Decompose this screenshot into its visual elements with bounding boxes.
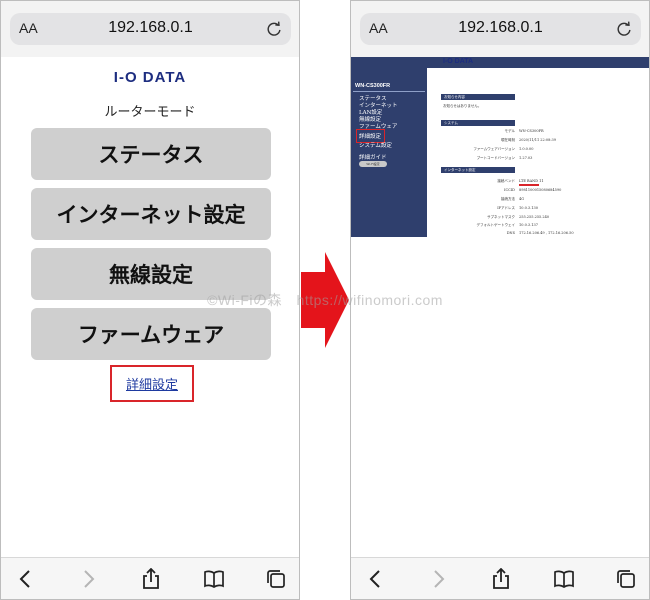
browser-toolbar (1, 557, 299, 599)
bookmarks-icon[interactable] (553, 568, 575, 590)
internet-value-dns: 172.16.206.49 , 172.16.206.50 (519, 231, 574, 235)
internet-value-band: LTE BAND 11 (519, 179, 544, 183)
internet-value-method: 4G (519, 197, 525, 201)
internet-label-method: 接続方法 (501, 197, 515, 201)
internet-label-band: 接続バンド (497, 179, 515, 183)
browser-address-bar: AA 192.168.0.1 (351, 1, 649, 57)
url-field[interactable]: AA 192.168.0.1 (360, 13, 641, 45)
browser-toolbar (351, 557, 649, 599)
back-icon[interactable] (365, 568, 387, 590)
tabs-icon[interactable] (265, 568, 287, 590)
internet-value-ip: 10.0.3.130 (519, 206, 538, 210)
url-text: 192.168.0.1 (108, 19, 193, 36)
internet-label-dns: DNS (506, 231, 515, 235)
sidebar-wifi-button[interactable]: Wi-Fi設定 (359, 161, 387, 167)
forward-icon[interactable] (77, 568, 99, 590)
model-name: WN-CS300FR (355, 83, 391, 89)
forward-icon[interactable] (427, 568, 449, 590)
back-icon[interactable] (15, 568, 37, 590)
url-field[interactable]: AA 192.168.0.1 (10, 13, 291, 45)
system-value-model: WN-CS300FR (519, 129, 544, 133)
reload-icon[interactable] (615, 20, 633, 38)
notice-text: お知らせはありません。 (443, 104, 482, 108)
sidebar-guide-label: 詳細ガイド (359, 155, 387, 161)
internet-value-iccid: 8981100015080684590 (519, 188, 562, 192)
internet-section-header: インターネット設定 (441, 167, 515, 173)
system-label-time: 現在時刻 (501, 138, 515, 142)
advanced-settings-highlight: 詳細設定 (110, 365, 194, 402)
sidebar-item-advanced[interactable]: 詳細設定 (359, 132, 381, 140)
internet-value-gateway: 10.0.3.137 (519, 223, 538, 227)
internet-label-subnet: サブネットマスク (487, 215, 515, 219)
share-icon[interactable] (140, 568, 162, 590)
system-label-bootcode: ブートコードバージョン (476, 156, 515, 160)
io-data-logo: I-O DATA (113, 69, 187, 86)
left-phone-screenshot: AA 192.168.0.1 I-O DATA ルーターモード ステータス イン… (0, 0, 300, 600)
internet-label-ip: IPアドレス (497, 206, 515, 210)
sidebar-item-system[interactable]: システム設定 (359, 141, 392, 149)
admin-io-data-logo: I-O DATA (443, 58, 474, 65)
share-icon[interactable] (490, 568, 512, 590)
router-admin-desktop-view: WN-CS300FR ステータス インターネット LAN設定 無線設定 ファーム… (351, 57, 649, 257)
system-value-time: 2020/11/11 22:08:39 (519, 138, 557, 142)
bookmarks-icon[interactable] (203, 568, 225, 590)
wireless-settings-button[interactable]: 無線設定 (31, 248, 271, 300)
right-phone-screenshot: AA 192.168.0.1 WN-CS300FR ステータス インターネット … (350, 0, 650, 600)
sidebar-divider (353, 91, 425, 92)
firmware-button[interactable]: ファームウェア (31, 308, 271, 360)
arrow-right-icon (301, 252, 349, 348)
admin-sidebar: WN-CS300FR ステータス インターネット LAN設定 無線設定 ファーム… (351, 57, 427, 237)
status-button[interactable]: ステータス (31, 128, 271, 180)
reload-icon[interactable] (265, 20, 283, 38)
notice-section-header: お知らせ内容 (441, 94, 515, 100)
internet-label-gateway: デフォルトゲートウェイ (476, 223, 516, 227)
system-label-model: モデル (504, 129, 516, 133)
tabs-icon[interactable] (615, 568, 637, 590)
system-value-bootcode: 1.27.03 (519, 156, 533, 160)
system-section-header: システム (441, 120, 515, 126)
internet-settings-button[interactable]: インターネット設定 (31, 188, 271, 240)
internet-label-iccid: ICCID (504, 188, 515, 192)
system-label-firmware: ファームウェアバージョン (473, 147, 515, 151)
advanced-settings-link[interactable]: 詳細設定 (126, 374, 178, 393)
browser-address-bar: AA 192.168.0.1 (1, 1, 299, 57)
internet-value-subnet: 255.255.255.240 (519, 215, 550, 219)
router-mode-label: ルーターモード (104, 105, 196, 120)
band-underline (519, 184, 539, 186)
system-value-firmware: 1.0.0.00 (519, 147, 534, 151)
url-text: 192.168.0.1 (458, 19, 543, 36)
